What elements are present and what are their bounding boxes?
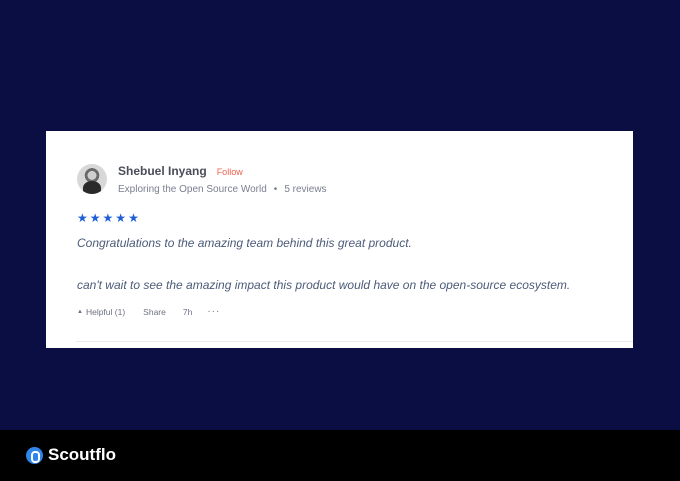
more-options-icon[interactable]: ··· (207, 306, 220, 317)
user-tagline: Exploring the Open Source World (118, 184, 267, 195)
upvote-icon: ▲ (77, 308, 83, 315)
review-card: Shebuel Inyang Follow Exploring the Open… (46, 131, 633, 348)
star-icon: ★ (115, 211, 127, 225)
footer-bar: Scoutflo (0, 430, 680, 481)
star-icon: ★ (102, 211, 114, 225)
brand-logo: Scoutflo (26, 445, 116, 465)
star-rating: ★ ★ ★ ★ ★ (77, 212, 139, 224)
name-row: Shebuel Inyang Follow (118, 164, 327, 182)
reviews-count[interactable]: 5 reviews (284, 184, 326, 195)
helpful-button[interactable]: ▲ Helpful (1) (77, 307, 125, 317)
separator-dot: • (273, 184, 278, 195)
review-actions: ▲ Helpful (1) Share 7h ··· (77, 306, 220, 317)
timestamp: 7h (182, 306, 193, 317)
review-header: Shebuel Inyang Follow Exploring the Open… (77, 164, 327, 195)
user-subline: Exploring the Open Source World • 5 revi… (118, 184, 327, 195)
user-name[interactable]: Shebuel Inyang (118, 164, 207, 178)
helpful-label: Helpful (1) (85, 306, 126, 317)
follow-button[interactable]: Follow (217, 167, 243, 177)
review-text-line-2: can't wait to see the amazing impact thi… (77, 278, 571, 292)
review-text-line-1: Congratulations to the amazing team behi… (77, 236, 412, 250)
star-icon: ★ (89, 211, 101, 225)
user-meta: Shebuel Inyang Follow Exploring the Open… (118, 164, 327, 195)
star-icon: ★ (128, 211, 139, 225)
share-button[interactable]: Share (143, 307, 166, 317)
scoutflo-logo-icon (26, 446, 43, 464)
brand-name: Scoutflo (48, 445, 116, 464)
star-icon: ★ (77, 211, 88, 225)
avatar[interactable] (77, 164, 107, 194)
card-divider (76, 341, 633, 342)
